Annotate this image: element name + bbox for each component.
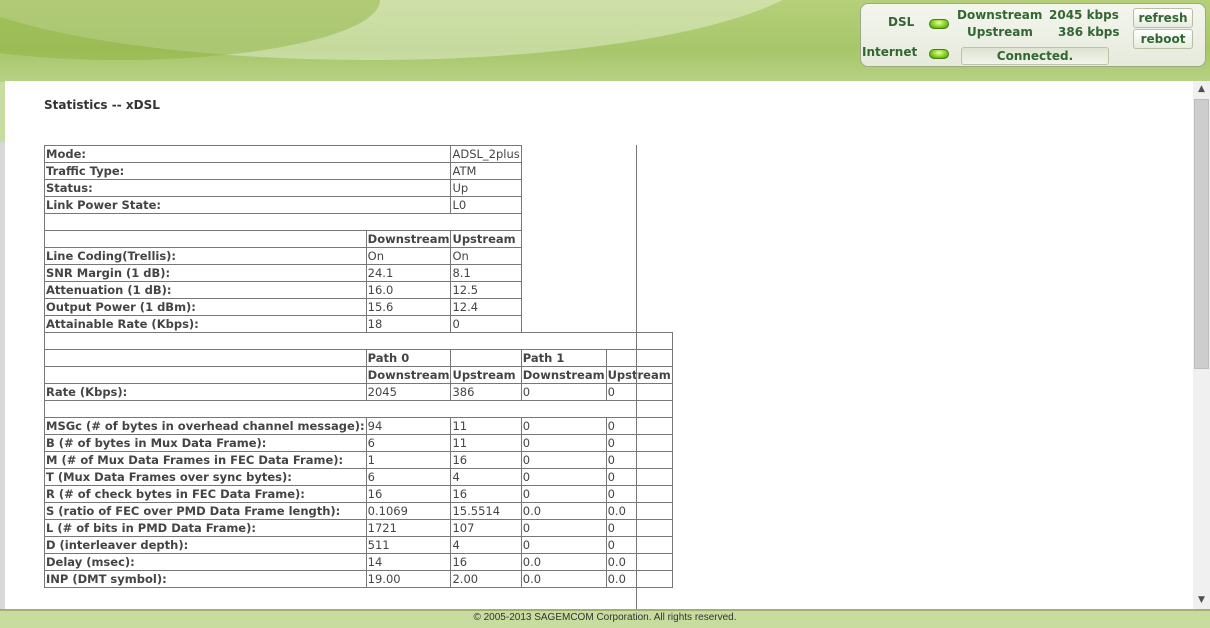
traffic-type-label: Traffic Type: bbox=[43, 162, 452, 180]
table-row: S (ratio of FEC over PMD Data Frame leng… bbox=[44, 502, 673, 520]
table-row: B (# of bytes in Mux Data Frame): 6 11 00 bbox=[44, 434, 673, 452]
table-row: Line Coding(Trellis): On On bbox=[44, 247, 673, 265]
table-row: Attainable Rate (Kbps): 18 0 bbox=[44, 315, 673, 333]
table-row: Attenuation (1 dB): 16.0 12.5 bbox=[44, 281, 673, 299]
footer: © 2005-2013 SAGEMCOM Corporation. All ri… bbox=[0, 609, 1210, 628]
reboot-button[interactable]: reboot bbox=[1133, 29, 1193, 49]
status-value: Up bbox=[450, 179, 522, 197]
table-row: Path 0 Path 1 bbox=[44, 349, 673, 367]
table-row: Link Power State: L0 bbox=[43, 196, 673, 214]
link-power-state-label: Link Power State: bbox=[43, 196, 452, 214]
copyright-text: © 2005-2013 SAGEMCOM Corporation. All ri… bbox=[473, 612, 737, 623]
scroll-down-arrow-icon[interactable]: ▼ bbox=[1193, 592, 1210, 609]
table-row: Downstream Upstream Downstream Upstream bbox=[44, 366, 673, 384]
table-row: L (# of bits in PMD Data Frame): 1721 107… bbox=[44, 519, 673, 537]
downstream-value: 2045 kbps bbox=[1049, 8, 1119, 22]
xdsl-statistics-table: Mode: ADSL_2plus Traffic Type: ATM Statu… bbox=[43, 145, 673, 588]
table-row: M (# of Mux Data Frames in FEC Data Fram… bbox=[44, 451, 673, 469]
path1-header: Path 1 bbox=[520, 349, 607, 367]
table-spacer-row bbox=[44, 332, 673, 350]
table-row: INP (DMT symbol): 19.00 2.00 0.0 0.0 bbox=[44, 570, 673, 588]
table-row: R (# of check bytes in FEC Data Frame): … bbox=[44, 485, 673, 503]
footer-divider bbox=[0, 609, 1210, 611]
path0-header: Path 0 bbox=[365, 349, 452, 367]
table-row: Mode: ADSL_2plus bbox=[43, 145, 673, 163]
table-row: MSGc (# of bytes in overhead channel mes… bbox=[44, 417, 673, 435]
refresh-button[interactable]: refresh bbox=[1133, 8, 1193, 28]
link-power-state-value: L0 bbox=[450, 196, 522, 214]
table-row: SNR Margin (1 dB): 24.1 8.1 bbox=[44, 264, 673, 282]
downstream-label: Downstream bbox=[957, 8, 1043, 22]
table-frame-border bbox=[636, 145, 637, 609]
table-row: Status: Up bbox=[43, 179, 673, 197]
rate-label: Rate (Kbps): bbox=[44, 383, 367, 401]
upstream-label: Upstream bbox=[967, 25, 1033, 39]
table-spacer-row bbox=[44, 400, 673, 418]
mode-label: Mode: bbox=[43, 145, 452, 163]
table-row: Rate (Kbps): 2045 386 0 0 bbox=[44, 383, 673, 401]
connection-status-panel: DSL Internet Downstream 2045 kbps Upstre… bbox=[860, 3, 1206, 67]
table-row: Traffic Type: ATM bbox=[43, 162, 673, 180]
traffic-type-value: ATM bbox=[450, 162, 522, 180]
main-content: Statistics -- xDSL Mode: ADSL_2plus Traf… bbox=[5, 81, 1193, 609]
vertical-scrollbar[interactable]: ▲ ▼ bbox=[1193, 81, 1210, 609]
connection-status-text: Connected. bbox=[961, 47, 1109, 65]
internet-led-icon bbox=[929, 49, 949, 59]
table-spacer-row bbox=[44, 213, 673, 231]
scrollbar-thumb[interactable] bbox=[1194, 99, 1209, 369]
mode-value: ADSL_2plus bbox=[450, 145, 522, 163]
table-row: Delay (msec): 14 16 0.0 0.0 bbox=[44, 553, 673, 571]
table-row: Downstream Upstream bbox=[44, 230, 673, 248]
table-row: D (interleaver depth): 511 4 00 bbox=[44, 536, 673, 554]
top-banner: DSL Internet Downstream 2045 kbps Upstre… bbox=[0, 0, 1210, 82]
page-title: Statistics -- xDSL bbox=[44, 98, 160, 112]
dsl-led-icon bbox=[929, 19, 949, 29]
scroll-up-arrow-icon[interactable]: ▲ bbox=[1193, 81, 1210, 98]
table-row: T (Mux Data Frames over sync bytes): 64 … bbox=[44, 468, 673, 486]
line-upstream-header: Upstream bbox=[450, 230, 522, 248]
line-downstream-header: Downstream bbox=[365, 230, 452, 248]
dsl-label: DSL bbox=[888, 15, 915, 29]
internet-label: Internet bbox=[862, 45, 918, 59]
upstream-value: 386 kbps bbox=[1058, 25, 1120, 39]
status-label: Status: bbox=[43, 179, 452, 197]
table-row: Output Power (1 dBm): 15.6 12.4 bbox=[44, 298, 673, 316]
